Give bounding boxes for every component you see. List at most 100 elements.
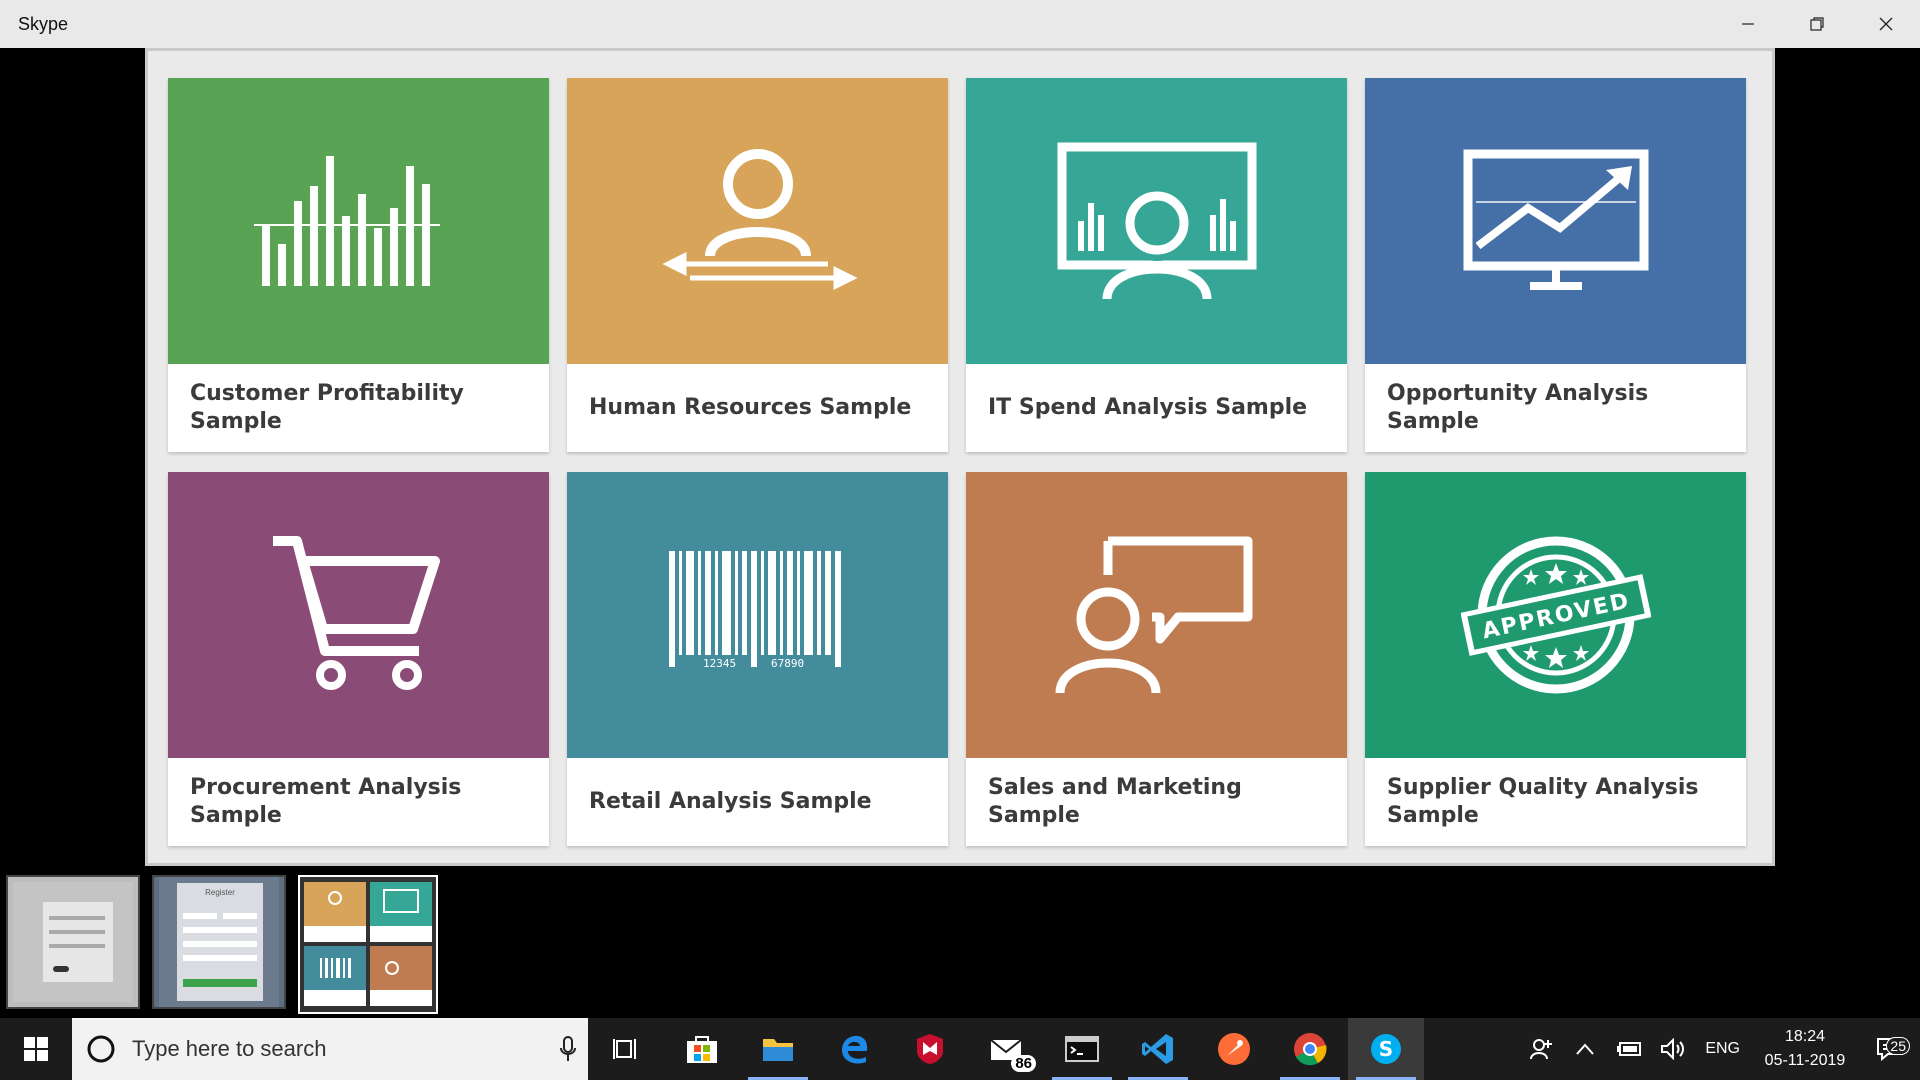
mcafee-button[interactable] (892, 1018, 968, 1080)
search-placeholder: Type here to search (132, 1036, 327, 1061)
title-bar: Skype (0, 0, 1920, 48)
tile-art (168, 472, 549, 758)
task-view-button[interactable] (588, 1018, 664, 1080)
tile-art (168, 78, 549, 364)
restore-button[interactable] (1782, 0, 1851, 48)
volume-button[interactable] (1651, 1018, 1695, 1080)
microsoft-store-button[interactable] (664, 1018, 740, 1080)
battery-icon (1617, 1042, 1642, 1056)
tile-art: APPROVED (1365, 472, 1746, 758)
person-speech-icon (1055, 536, 1252, 694)
bar-chart-icon (253, 156, 440, 286)
people-icon (1530, 1039, 1553, 1060)
edge-icon (842, 1035, 868, 1064)
tile-label-line1: Human Resources Sample (589, 395, 912, 420)
tile-label-line1: Opportunity Analysis Sample (1387, 381, 1649, 434)
tile-procurement-analysis[interactable]: Procurement Analysis Sample (168, 472, 549, 846)
vscode-button[interactable] (1120, 1018, 1196, 1080)
tile-retail-analysis[interactable]: 12345 67890 Retail Analysis Sample (567, 472, 948, 846)
postman-button[interactable] (1196, 1018, 1272, 1080)
skype-button[interactable]: S (1348, 1018, 1424, 1080)
microphone-icon[interactable] (548, 1036, 588, 1062)
tile-label-line2: Sample (190, 409, 282, 434)
shared-screen: Customer Profitability Sample Human Reso… (145, 48, 1775, 866)
close-button[interactable] (1851, 0, 1920, 48)
tile-label: Procurement Analysis Sample (168, 758, 549, 846)
tile-human-resources[interactable]: Human Resources Sample (567, 78, 948, 452)
barcode-icon: 12345 67890 (668, 551, 841, 670)
clock-date: 05-11-2019 (1764, 1052, 1846, 1069)
folder-icon (763, 1039, 793, 1061)
tile-label: Opportunity Analysis Sample (1365, 364, 1746, 452)
login-form-thumbnail-icon (13, 882, 133, 1002)
windows-logo-icon (24, 1037, 48, 1061)
command-prompt-button[interactable] (1044, 1018, 1120, 1080)
tile-label-line1: Customer Profitability (190, 381, 464, 406)
mail-button[interactable]: 86 (968, 1018, 1044, 1080)
taskbar: Type here to search 86 S ENG 18:24 05-11… (0, 1018, 1920, 1080)
tile-label: Retail Analysis Sample (567, 758, 948, 846)
register-title: Register (205, 888, 235, 897)
monitor-trend-icon (1463, 149, 1648, 290)
tile-art (1365, 78, 1746, 364)
tile-label: Supplier Quality Analysis Sample (1365, 758, 1746, 846)
system-tray: ENG 18:24 05-11-2019 25 (1519, 1018, 1920, 1080)
tile-label-line1: Supplier Quality Analysis (1387, 775, 1699, 800)
chrome-button[interactable] (1272, 1018, 1348, 1080)
clock[interactable]: 18:24 05-11-2019 (1750, 1025, 1860, 1073)
people-button[interactable] (1519, 1018, 1563, 1080)
window-controls (1713, 0, 1920, 48)
file-explorer-button[interactable] (740, 1018, 816, 1080)
tile-art (966, 472, 1347, 758)
tile-label: IT Spend Analysis Sample (966, 364, 1347, 452)
thumbnail-2[interactable]: Register (152, 875, 286, 1009)
minimize-button[interactable] (1713, 0, 1782, 48)
tile-sales-marketing[interactable]: Sales and Marketing Sample (966, 472, 1347, 846)
tile-customer-profitability[interactable]: Customer Profitability Sample (168, 78, 549, 452)
postman-icon (1218, 1033, 1250, 1065)
close-icon (1879, 17, 1892, 31)
call-stage: Customer Profitability Sample Human Reso… (0, 48, 1920, 1018)
tile-label-line1: Retail Analysis Sample (589, 789, 872, 814)
svg-text:S: S (1379, 1037, 1393, 1061)
store-bag-icon (687, 1036, 717, 1063)
shared-screen-thumbnails: Register (6, 875, 438, 1014)
sample-grid: Customer Profitability Sample Human Reso… (168, 78, 1746, 846)
chevron-up-icon (1576, 1043, 1595, 1055)
tile-art: 12345 67890 (567, 472, 948, 758)
thumbnail-1[interactable] (6, 875, 140, 1009)
barcode-digits-left: 12345 (703, 657, 736, 670)
presentation-person-icon (1057, 142, 1256, 300)
taskbar-search-box[interactable]: Type here to search (72, 1018, 588, 1080)
input-language[interactable]: ENG (1705, 1040, 1740, 1058)
tile-label-line1: IT Spend Analysis Sample (988, 395, 1308, 420)
person-arrows-icon (661, 149, 858, 291)
show-hidden-icons-button[interactable] (1563, 1018, 1607, 1080)
start-button[interactable] (0, 1018, 72, 1080)
action-center-button[interactable]: 25 (1860, 1037, 1920, 1061)
approved-stamp-icon: APPROVED (1460, 536, 1651, 694)
battery-button[interactable] (1607, 1018, 1651, 1080)
tile-art (567, 78, 948, 364)
tile-label: Sales and Marketing Sample (966, 758, 1347, 846)
sample-grid-thumbnail-icon (304, 881, 432, 1006)
tile-label: Customer Profitability Sample (168, 364, 549, 452)
tile-label: Human Resources Sample (567, 364, 948, 452)
tile-supplier-quality[interactable]: APPROVED Supplier Quality Analysis Sample (1365, 472, 1746, 846)
mcafee-shield-icon (917, 1034, 943, 1064)
thumbnail-3-active[interactable] (298, 875, 438, 1014)
tile-label-line2: Sample (1387, 803, 1479, 828)
skype-icon: S (1371, 1034, 1401, 1064)
edge-browser-button[interactable] (816, 1018, 892, 1080)
speaker-icon (1661, 1038, 1685, 1060)
terminal-icon (1065, 1036, 1099, 1062)
clock-time: 18:24 (1784, 1028, 1826, 1045)
tile-it-spend[interactable]: IT Spend Analysis Sample (966, 78, 1347, 452)
tile-opportunity-analysis[interactable]: Opportunity Analysis Sample (1365, 78, 1746, 452)
register-form-thumbnail-icon: Register (159, 877, 279, 1007)
shopping-cart-icon (272, 536, 440, 690)
task-view-icon (613, 1039, 636, 1059)
mail-unread-badge: 86 (1011, 1055, 1036, 1072)
tile-label-line1: Sales and Marketing Sample (988, 775, 1242, 828)
tile-art (966, 78, 1347, 364)
